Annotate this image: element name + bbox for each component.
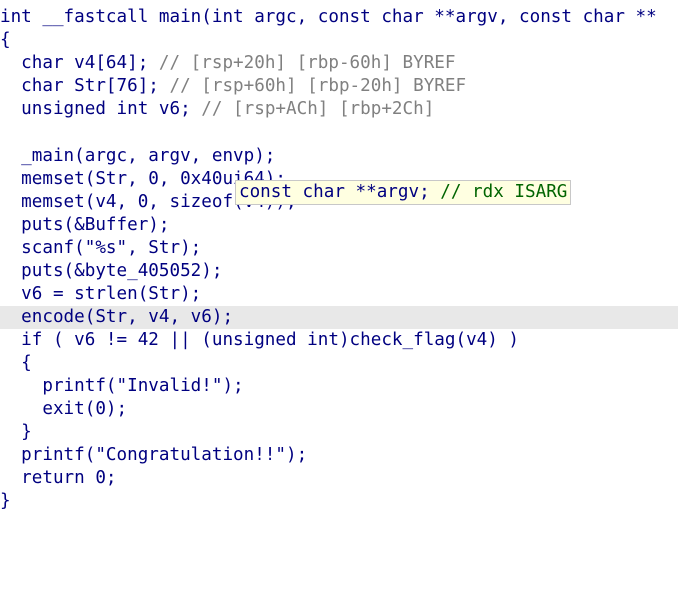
line-exit[interactable]: exit(0); [0, 398, 127, 421]
line-encode[interactable]: encode(Str, v4, v6); [0, 306, 233, 329]
line-printf-congrats[interactable]: printf("Congratulation!!"); [0, 444, 307, 467]
line-strlen[interactable]: v6 = strlen(Str); [0, 283, 201, 306]
if-close-brace: } [0, 422, 32, 442]
close-brace: } [0, 491, 11, 511]
decl-str-comment: // [rsp+60h] [rbp-20h] BYREF [169, 76, 467, 96]
tooltip-code: const char **argv; [239, 182, 441, 202]
decl-v4-comment: // [rsp+20h] [rbp-60h] BYREF [158, 53, 456, 73]
decl-str-code: char Str[76]; [0, 76, 170, 96]
line-puts-buffer[interactable]: puts(&Buffer); [0, 214, 169, 237]
hover-tooltip: const char **argv; // rdx ISARG [235, 180, 572, 205]
line-printf-invalid[interactable]: printf("Invalid!"); [0, 375, 243, 398]
line-main-call[interactable]: _main(argc, argv, envp); [0, 145, 275, 168]
decl-v6[interactable]: unsigned int v6; // [rsp+ACh] [rbp+2Ch] [0, 98, 434, 121]
function-signature[interactable]: int __fastcall main(int argc, const char… [0, 6, 657, 29]
pseudocode-view[interactable]: int __fastcall main(int argc, const char… [0, 0, 678, 599]
if-open-brace: { [0, 353, 32, 373]
decl-v6-code: unsigned int v6; [0, 99, 202, 119]
decl-v4[interactable]: char v4[64]; // [rsp+20h] [rbp-60h] BYRE… [0, 52, 455, 75]
line-if-check[interactable]: if ( v6 != 42 || (unsigned int)check_fla… [0, 329, 519, 352]
decl-v4-code: char v4[64]; [0, 53, 159, 73]
open-brace: { [0, 30, 11, 50]
line-puts-byte[interactable]: puts(&byte_405052); [0, 260, 222, 283]
tooltip-comment: // rdx ISARG [440, 182, 568, 202]
line-scanf[interactable]: scanf("%s", Str); [0, 237, 201, 260]
decl-str[interactable]: char Str[76]; // [rsp+60h] [rbp-20h] BYR… [0, 75, 466, 98]
decl-v6-comment: // [rsp+ACh] [rbp+2Ch] [201, 99, 435, 119]
line-return[interactable]: return 0; [0, 467, 116, 490]
